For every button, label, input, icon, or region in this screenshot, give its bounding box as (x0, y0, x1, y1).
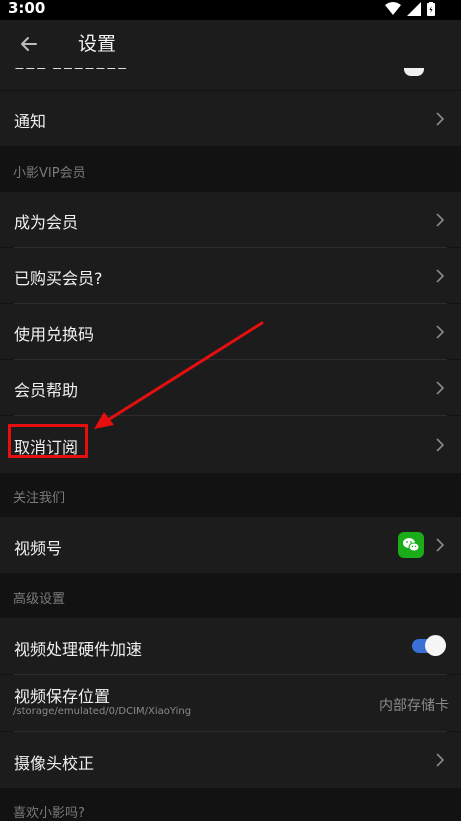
section-follow-title: 关注我们 (13, 491, 66, 506)
section-vip-title: 小影VIP会员 (13, 166, 86, 181)
row-video-account[interactable]: 视频号 (0, 517, 461, 573)
status-time: 3:00 (8, 0, 46, 17)
partial-row: ▪▪▪ ▪▪▪▪▪▪▪ (0, 68, 461, 90)
save-path: /storage/emulated/0/DCIM/XiaoYing (13, 706, 192, 717)
row-save-location-label: 视频保存位置 (14, 687, 111, 706)
partial-toggle-thumb (404, 68, 424, 76)
partial-row-label: ▪▪▪ ▪▪▪▪▪▪▪ (14, 68, 128, 73)
section-advanced: 高级设置 (0, 573, 461, 618)
hw-accel-toggle-thumb (425, 635, 446, 656)
row-redeem[interactable]: 使用兑换码 (0, 304, 461, 359)
row-become-member[interactable]: 成为会员 (0, 192, 461, 247)
chevron-right-icon (436, 381, 444, 395)
section-like: 喜欢小影吗? (0, 788, 461, 821)
page-title: 设置 (78, 33, 117, 55)
row-redeem-label: 使用兑换码 (14, 325, 95, 344)
section-vip: 小影VIP会员 (0, 146, 461, 192)
chevron-right-icon (436, 112, 444, 126)
wechat-icon (398, 532, 424, 558)
row-camera-label: 摄像头校正 (14, 754, 95, 773)
chevron-right-icon (436, 753, 444, 767)
signal-icon (407, 2, 421, 16)
row-camera[interactable]: 摄像头校正 (0, 732, 461, 788)
section-advanced-title: 高级设置 (13, 592, 66, 607)
annotation-highlight-box (8, 424, 88, 458)
status-bar: 3:00 (0, 0, 461, 20)
row-video-account-label: 视频号 (14, 539, 63, 558)
row-notification[interactable]: 通知 (0, 91, 461, 146)
row-help-label: 会员帮助 (14, 381, 79, 400)
section-like-title: 喜欢小影吗? (13, 806, 85, 821)
row-hw-accel[interactable]: 视频处理硬件加速 (0, 618, 461, 674)
row-purchased-label: 已购买会员? (14, 269, 103, 288)
chevron-right-icon (436, 269, 444, 283)
row-help[interactable]: 会员帮助 (0, 360, 461, 415)
row-purchased[interactable]: 已购买会员? (0, 248, 461, 303)
row-save-location[interactable]: 视频保存位置 /storage/emulated/0/DCIM/XiaoYing… (0, 675, 461, 731)
save-location-value: 内部存储卡 (379, 698, 449, 714)
section-follow: 关注我们 (0, 473, 461, 517)
status-icons (385, 2, 435, 16)
chevron-right-icon (436, 538, 444, 552)
chevron-right-icon (436, 438, 444, 452)
app-bar: 设置 (0, 20, 461, 68)
wifi-icon (385, 2, 401, 15)
chevron-right-icon (436, 213, 444, 227)
row-hw-accel-label: 视频处理硬件加速 (14, 640, 143, 659)
chevron-right-icon (436, 325, 444, 339)
battery-icon (427, 2, 435, 16)
row-notification-label: 通知 (14, 112, 47, 131)
back-arrow-icon[interactable] (16, 31, 42, 57)
row-become-member-label: 成为会员 (14, 213, 79, 232)
